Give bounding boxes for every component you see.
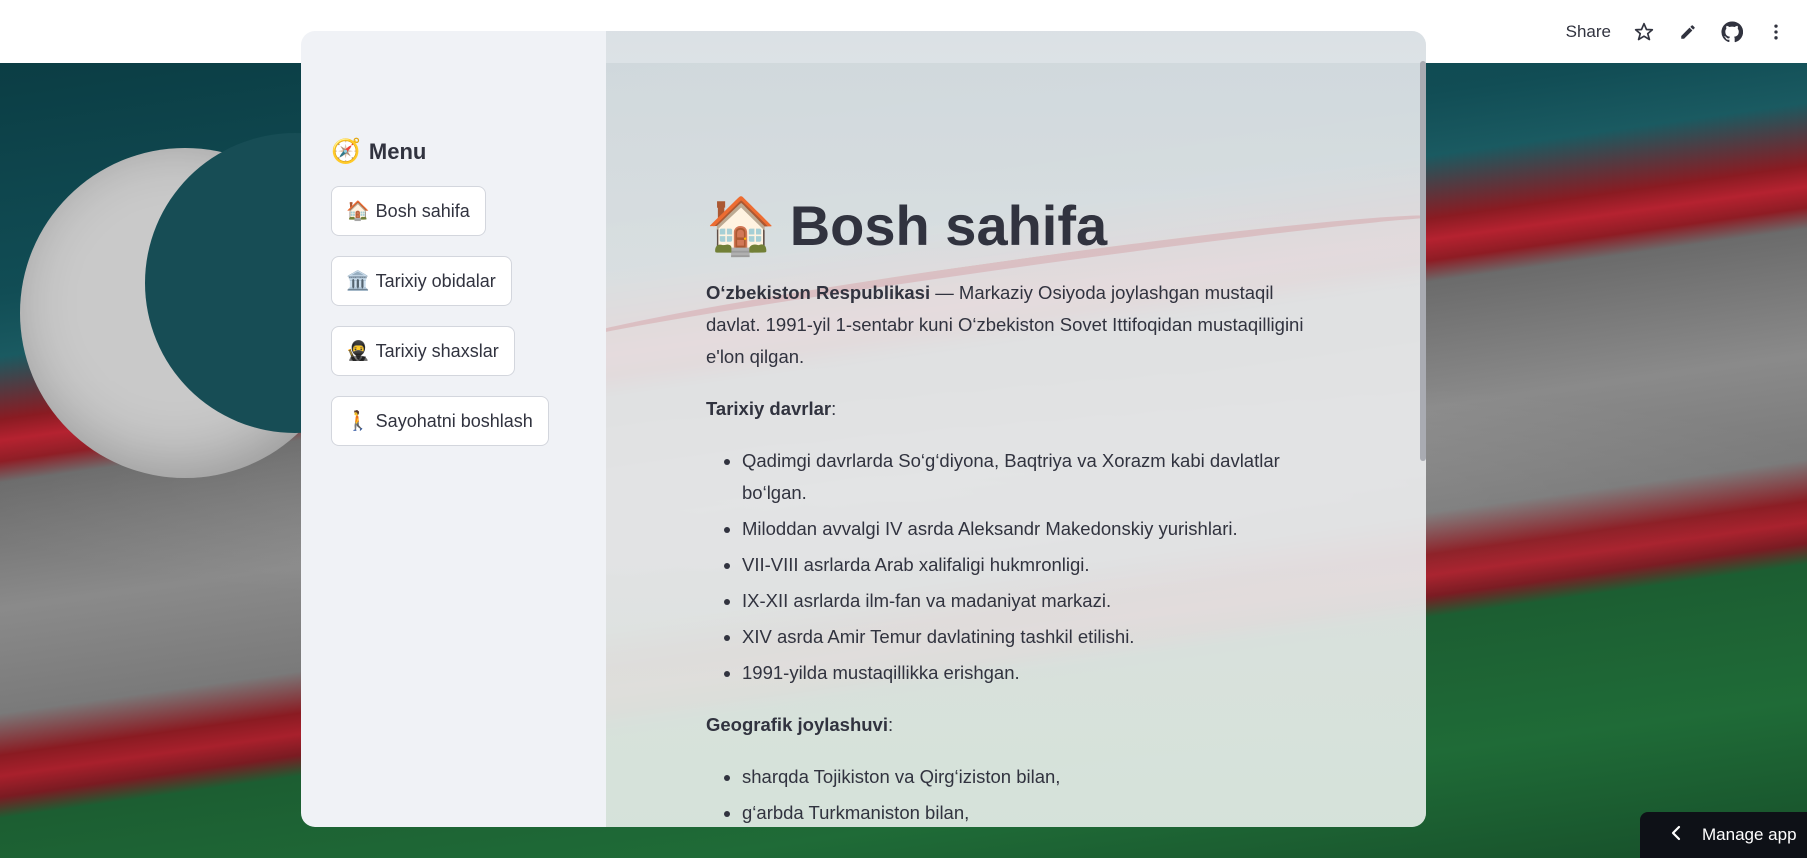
intro-bold: O‘zbekiston Respublikasi (706, 282, 931, 303)
intro-paragraph: O‘zbekiston Respublikasi — Markaziy Osiy… (706, 277, 1316, 373)
page-title: 🏠 Bosh sahifa (706, 191, 1316, 261)
manage-app-label: Manage app (1702, 825, 1797, 844)
ninja-icon: 🥷 (346, 341, 370, 362)
sidebar-item-label: Sayohatni boshlash (375, 410, 533, 431)
house-icon: 🏠 (706, 194, 776, 257)
list-item: sharqda Tojikiston va Qirg‘iziston bilan… (742, 761, 1316, 793)
github-icon[interactable] (1721, 20, 1743, 43)
app-container: 🧭 Menu 🏠 Bosh sahifa 🏛️ Tarixiy obidalar… (301, 31, 1426, 827)
classical-building-icon: 🏛️ (346, 271, 370, 292)
more-vertical-icon[interactable] (1765, 21, 1787, 43)
share-button[interactable]: Share (1566, 22, 1611, 42)
page-content: 🏠 Bosh sahifa O‘zbekiston Respublikasi —… (706, 191, 1316, 827)
history-heading-text: Tarixiy davrlar (706, 398, 832, 419)
chevron-left-icon (1670, 825, 1682, 846)
scrollbar[interactable] (1420, 61, 1426, 461)
sidebar-item-label: Tarixiy shaxslar (375, 340, 499, 361)
sidebar-title: 🧭 Menu (331, 137, 426, 166)
history-heading: Tarixiy davrlar: (706, 398, 837, 419)
main-content-area: 🏠 Bosh sahifa O‘zbekiston Respublikasi —… (606, 31, 1426, 827)
walking-person-icon: 🚶 (346, 411, 370, 432)
list-item: g‘arbda Turkmaniston bilan, (742, 797, 1316, 827)
list-item: Qadimgi davrlarda So‘g‘diyona, Baqtriya … (742, 445, 1316, 509)
sidebar-item-tarixiy-obidalar[interactable]: 🏛️ Tarixiy obidalar (331, 256, 512, 306)
house-icon: 🏠 (346, 201, 370, 222)
list-item: 1991-yilda mustaqillikka erishgan. (742, 657, 1316, 689)
star-icon[interactable] (1633, 21, 1655, 43)
list-item: IX-XII asrlarda ilm-fan va madaniyat mar… (742, 585, 1316, 617)
list-item: Miloddan avvalgi IV asrda Aleksandr Make… (742, 513, 1316, 545)
sidebar-item-label: Tarixiy obidalar (375, 270, 496, 291)
geo-list: sharqda Tojikiston va Qirg‘iziston bilan… (706, 761, 1316, 827)
compass-icon: 🧭 (331, 138, 361, 165)
manage-app-button[interactable]: Manage app (1640, 812, 1807, 858)
geo-heading-text: Geografik joylashuvi (706, 714, 888, 735)
sidebar-item-label: Bosh sahifa (375, 200, 470, 221)
geo-heading: Geografik joylashuvi: (706, 714, 894, 735)
list-item: VII-VIII asrlarda Arab xalifaligi hukmro… (742, 549, 1316, 581)
header-actions: Share (1566, 0, 1787, 63)
sidebar-item-tarixiy-shaxslar[interactable]: 🥷 Tarixiy shaxslar (331, 326, 515, 376)
page-title-text: Bosh sahifa (789, 194, 1108, 257)
sidebar: 🧭 Menu 🏠 Bosh sahifa 🏛️ Tarixiy obidalar… (301, 31, 606, 827)
history-list: Qadimgi davrlarda So‘g‘diyona, Baqtriya … (706, 445, 1316, 689)
sidebar-item-sayohatni-boshlash[interactable]: 🚶 Sayohatni boshlash (331, 396, 549, 446)
list-item: XIV asrda Amir Temur davlatining tashkil… (742, 621, 1316, 653)
pencil-icon[interactable] (1677, 21, 1699, 43)
sidebar-title-label: Menu (368, 138, 427, 164)
sidebar-item-bosh-sahifa[interactable]: 🏠 Bosh sahifa (331, 186, 486, 236)
